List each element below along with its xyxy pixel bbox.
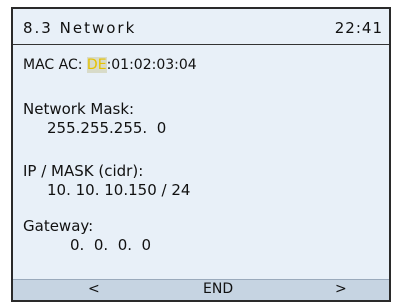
mac-rest: :01:02:03:04 (106, 57, 197, 73)
mac-label: MAC AC: (23, 57, 87, 73)
clock: 22:41 (334, 19, 383, 37)
gateway-label: Gateway: (23, 217, 94, 235)
softkey-bar: < END > (13, 279, 389, 300)
mac-prefix-editing[interactable]: DE (86, 57, 107, 73)
network-mask-value[interactable]: 255.255.255. 0 (47, 119, 166, 137)
mac-address-row[interactable]: MAC AC: DE:01:02:03:04 (23, 57, 197, 73)
device-screen: 8.3 Network 22:41 MAC AC: DE:01:02:03:04… (11, 7, 391, 302)
prev-button[interactable]: < (88, 281, 100, 297)
next-button[interactable]: > (335, 281, 347, 297)
header-divider (13, 44, 389, 45)
ip-mask-label: IP / MASK (cidr): (23, 162, 144, 180)
page-title: 8.3 Network (23, 19, 137, 37)
gateway-value[interactable]: 0. 0. 0. 0 (70, 236, 151, 254)
ip-mask-value[interactable]: 10. 10. 10.150 / 24 (47, 181, 190, 199)
end-button[interactable]: END (203, 281, 233, 297)
network-mask-label: Network Mask: (23, 100, 135, 118)
